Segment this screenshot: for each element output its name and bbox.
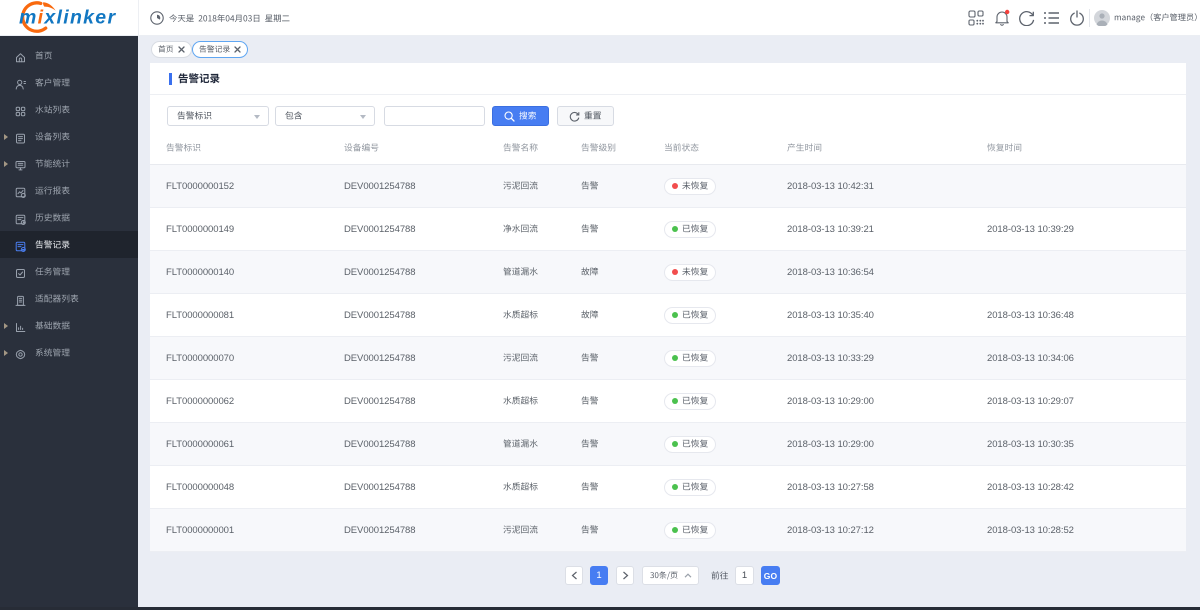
svg-text:mixlinker: mixlinker bbox=[19, 7, 116, 29]
